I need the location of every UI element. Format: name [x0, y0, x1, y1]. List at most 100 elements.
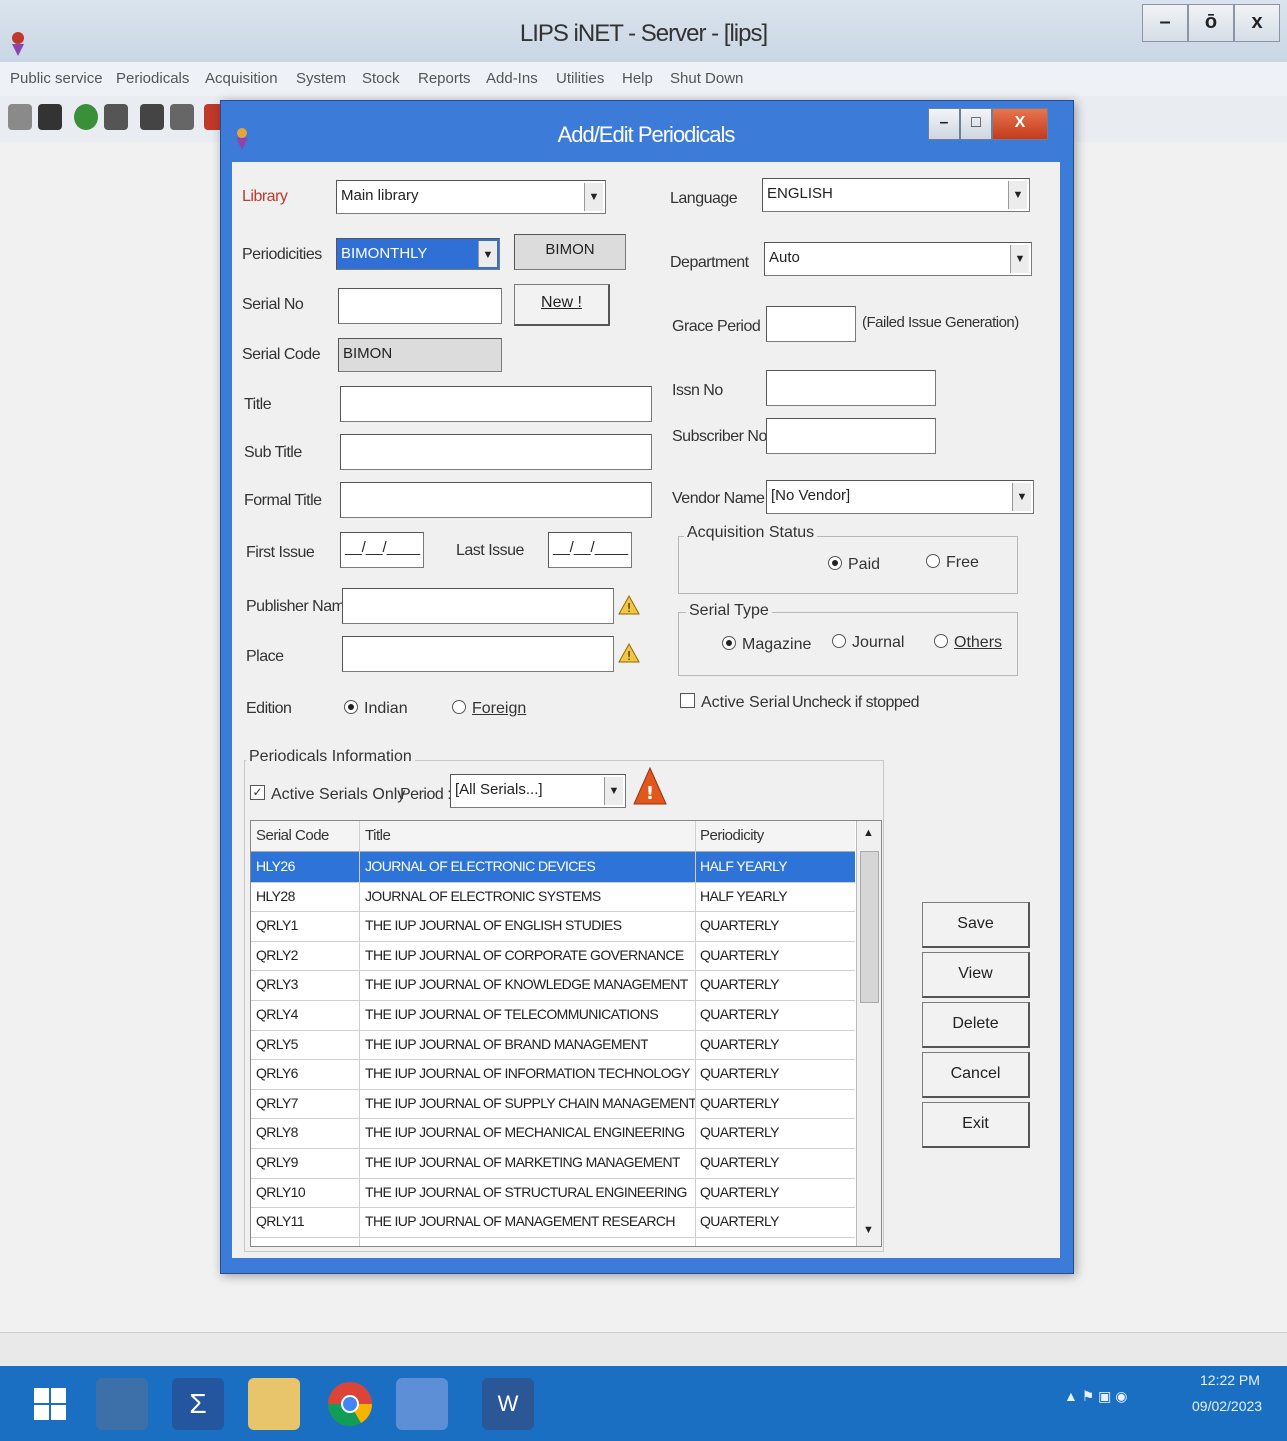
word-icon[interactable]: W [482, 1378, 534, 1430]
menu-reports[interactable]: Reports [418, 70, 471, 87]
active-serials-only-checkbox[interactable]: ✓ Active Serials Only [250, 785, 405, 804]
cell-periodicity: QUARTERLY [700, 1124, 779, 1141]
grid-vertical-scrollbar[interactable]: ▲ ▼ [856, 821, 881, 1246]
periodicities-dropdown[interactable]: BIMONTHLY ▼ [336, 238, 500, 270]
menu-utilities[interactable]: Utilities [556, 70, 604, 87]
table-row[interactable]: QRLY6 THE IUP JOURNAL OF INFORMATION TECH… [251, 1059, 855, 1090]
start-windows-icon[interactable] [24, 1378, 76, 1430]
last-issue-date-input[interactable]: __/__/____ [548, 532, 632, 568]
active-serial-checkbox[interactable]: Active Serial [680, 693, 790, 712]
table-row[interactable]: HLY28 JOURNAL OF ELECTRONIC SYSTEMS HALF Y… [251, 882, 855, 913]
delete-button[interactable]: Delete [922, 1002, 1030, 1048]
column-header-title[interactable]: Title [365, 827, 391, 844]
table-row[interactable]: QRLY10 THE IUP JOURNAL OF STRUCTURAL ENGI… [251, 1178, 855, 1209]
menu-stock[interactable]: Stock [362, 70, 400, 87]
serial-code-input[interactable]: BIMON [338, 338, 502, 372]
chevron-down-icon: ▼ [1012, 483, 1031, 511]
library-dropdown[interactable]: Main library ▼ [336, 180, 606, 214]
last-issue-label: Last Issue [456, 542, 524, 559]
first-issue-date-input[interactable]: __/__/____ [340, 532, 424, 568]
serial-type-magazine-radio[interactable]: Magazine [722, 635, 811, 654]
publisher-name-input[interactable] [342, 588, 614, 624]
acquisition-free-radio[interactable]: Free [926, 553, 979, 572]
powershell-icon[interactable]: Σ [172, 1378, 224, 1430]
menu-help[interactable]: Help [622, 70, 653, 87]
menu-acquisition[interactable]: Acquisition [205, 70, 278, 87]
formal-title-input[interactable] [340, 482, 652, 518]
menu-add-ins[interactable]: Add-Ins [486, 70, 538, 87]
grid-header: Serial Code Title Periodicity [251, 821, 855, 852]
view-button[interactable]: View [922, 952, 1030, 998]
publisher-name-label: Publisher Name [246, 598, 353, 615]
lips-app-taskbar-icon[interactable] [396, 1378, 448, 1430]
svg-text:!: ! [646, 783, 654, 804]
server-manager-icon[interactable] [96, 1378, 148, 1430]
period-dropdown[interactable]: [All Serials...] ▼ [450, 774, 626, 808]
scroll-down-arrow-icon[interactable]: ▼ [863, 1224, 874, 1236]
status-bar [0, 1332, 1287, 1367]
title-input[interactable] [340, 386, 652, 422]
menu-periodicals[interactable]: Periodicals [116, 70, 189, 87]
table-row[interactable]: QRLY3 THE IUP JOURNAL OF KNOWLEDGE MANAGE… [251, 970, 855, 1002]
dialog-close-button[interactable]: X [992, 108, 1048, 140]
cell-periodicity: HALF YEARLY [700, 858, 788, 874]
language-dropdown[interactable]: ENGLISH ▼ [762, 178, 1030, 212]
cancel-button[interactable]: Cancel [922, 1052, 1030, 1098]
serial-type-others-label: Others [954, 634, 1003, 651]
table-row[interactable]: QRLY7 THE IUP JOURNAL OF SUPPLY CHAIN MAN… [251, 1089, 855, 1120]
period-alert-icon[interactable]: ! [632, 766, 668, 811]
place-input[interactable] [342, 636, 614, 672]
dialog-minimize-button[interactable]: – [928, 108, 960, 140]
acquisition-paid-radio[interactable]: Paid [828, 555, 880, 574]
edition-foreign-radio[interactable]: Foreign [452, 699, 526, 718]
save-button[interactable]: Save [922, 902, 1030, 948]
grace-period-input[interactable] [766, 306, 856, 342]
table-row[interactable]: QRLY4 THE IUP JOURNAL OF TELECOMMUNICATIO… [251, 1000, 855, 1031]
serial-type-others-radio[interactable]: Others [934, 633, 1003, 652]
dialog-restore-button[interactable]: □ [960, 108, 992, 140]
new-serial-button[interactable]: New ! [514, 284, 610, 326]
toolbar-stock-icon[interactable] [140, 104, 164, 130]
grid-scroll-thumb[interactable] [860, 851, 879, 1003]
file-explorer-icon[interactable] [248, 1378, 300, 1430]
serial-no-input[interactable] [338, 288, 502, 324]
toolbar-user-icon[interactable] [8, 104, 32, 130]
column-header-serial-code[interactable]: Serial Code [256, 827, 329, 844]
subscriber-no-input[interactable] [766, 418, 936, 454]
exit-button[interactable]: Exit [922, 1102, 1030, 1148]
toolbar-book-icon[interactable] [38, 104, 62, 130]
table-row[interactable]: HLY26 JOURNAL OF ELECTRONIC DEVICES HALF Y… [251, 852, 855, 883]
tray-icons[interactable]: ▲ ⚑ ▣ ◉ [1064, 1388, 1128, 1405]
chrome-icon[interactable] [324, 1378, 376, 1430]
table-row[interactable]: QRLY1 THE IUP JOURNAL OF ENGLISH STUDIES Q… [251, 911, 855, 942]
menu-shut-down[interactable]: Shut Down [670, 70, 743, 87]
department-dropdown[interactable]: Auto ▼ [764, 242, 1032, 276]
edition-indian-radio[interactable]: Indian [344, 699, 408, 718]
period-label: Period : [400, 786, 452, 803]
place-lookup-warning-icon[interactable]: ! [618, 642, 640, 669]
main-close-button[interactable]: x [1234, 4, 1280, 42]
table-row[interactable]: QRLY8 THE IUP JOURNAL OF MECHANICAL ENGIN… [251, 1118, 855, 1150]
toolbar-report-icon[interactable] [104, 104, 128, 130]
periodicals-grid[interactable]: Serial Code Title Periodicity HLY26 JOURN… [250, 820, 882, 1247]
acquisition-free-label: Free [946, 554, 979, 571]
sub-title-input[interactable] [340, 434, 652, 470]
main-restore-button[interactable]: ō [1188, 4, 1234, 42]
issn-no-input[interactable] [766, 370, 936, 406]
menu-public-service[interactable]: Public service [10, 70, 103, 87]
table-row[interactable]: QRLY2 THE IUP JOURNAL OF CORPORATE GOVERN… [251, 941, 855, 972]
column-header-periodicity[interactable]: Periodicity [700, 827, 764, 844]
main-minimize-button[interactable]: – [1142, 4, 1188, 42]
vendor-name-dropdown[interactable]: [No Vendor] ▼ [766, 480, 1034, 514]
table-row[interactable]: QRLY9 THE IUP JOURNAL OF MARKETING MANAGE… [251, 1148, 855, 1179]
clock-date[interactable]: 09/02/2023 [1192, 1398, 1262, 1414]
table-row[interactable]: QRLY5 THE IUP JOURNAL OF BRAND MANAGEMENT… [251, 1030, 855, 1061]
clock-time[interactable]: 12:22 PM [1200, 1372, 1260, 1388]
scroll-up-arrow-icon[interactable]: ▲ [863, 827, 874, 839]
table-row[interactable]: QRLY11 THE IUP JOURNAL OF MANAGEMENT RESE… [251, 1207, 855, 1238]
toolbar-tools-icon[interactable] [170, 104, 194, 130]
serial-type-journal-radio[interactable]: Journal [832, 633, 904, 652]
menu-system[interactable]: System [296, 70, 346, 87]
publisher-lookup-warning-icon[interactable]: ! [618, 594, 640, 621]
toolbar-globe-icon[interactable] [74, 104, 98, 130]
